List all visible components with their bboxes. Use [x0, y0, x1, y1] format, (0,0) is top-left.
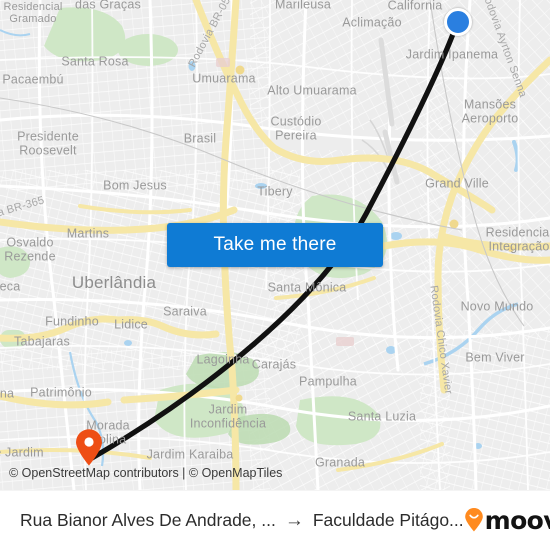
moovit-pin-icon: [464, 508, 483, 532]
moovit-logo[interactable]: moovit: [464, 506, 550, 535]
moovit-wordmark: moovit: [484, 505, 550, 535]
map-attribution: © OpenStreetMap contributors | © OpenMap…: [9, 466, 283, 480]
trip-destination-label: Faculdade Pitágo...: [312, 509, 464, 530]
take-me-there-button[interactable]: Take me there: [167, 223, 383, 267]
origin-marker-icon[interactable]: [444, 8, 472, 36]
destination-marker-icon[interactable]: [74, 428, 104, 466]
trip-summary-bar: Rua Bianor Alves De Andrade, ... → Facul…: [0, 490, 550, 550]
arrow-right-icon: →: [284, 509, 304, 531]
trip-origin-label: Rua Bianor Alves De Andrade, ...: [20, 509, 276, 530]
map-canvas[interactable]: Residencial Gramado das Graças Santa Rosa Pa…: [0, 0, 550, 490]
moovit-route-preview: Residencial Gramado das Graças Santa Rosa Pa…: [0, 0, 550, 550]
